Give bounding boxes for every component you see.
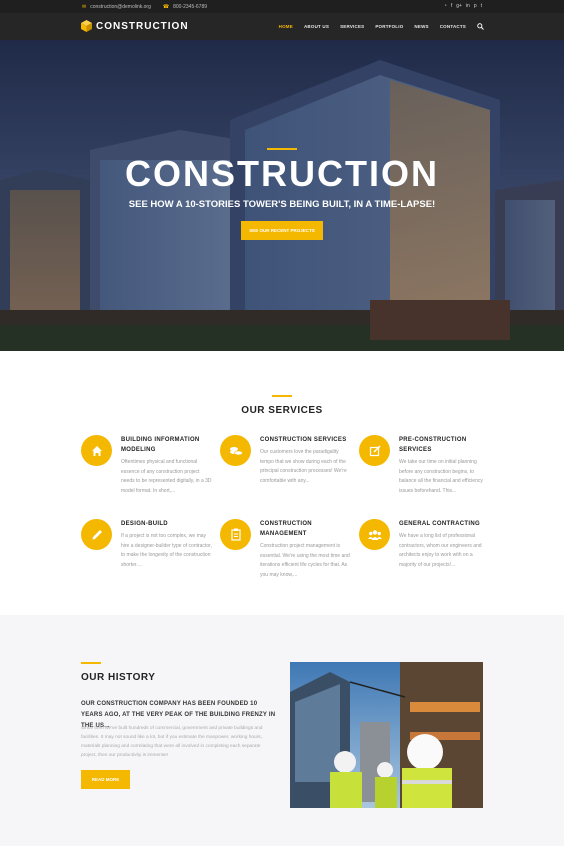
service-title[interactable]: PRE-CONSTRUCTION SERVICES (399, 435, 491, 455)
history-divider (81, 662, 101, 664)
nav-home[interactable]: HOME (279, 24, 293, 30)
site-header: CONSTRUCTION HOME ABOUT US SERVICES PORT… (0, 13, 564, 40)
pencil-icon (81, 519, 112, 550)
home-icon (81, 435, 112, 466)
service-title[interactable]: CONSTRUCTION SERVICES (260, 435, 352, 445)
twitter-icon[interactable]: t (481, 3, 482, 9)
social-links: ◔ f g+ in p t (444, 3, 482, 9)
nav-news[interactable]: NEWS (414, 24, 428, 30)
pinterest-icon[interactable]: p (474, 3, 477, 9)
nav-about-us[interactable]: ABOUT US (304, 24, 329, 30)
hero-banner: CONSTRUCTION SEE HOW A 10-STORIES TOWER'… (0, 40, 564, 351)
workers-photo (290, 662, 483, 808)
service-desc: We have a long list of professional cont… (399, 533, 482, 568)
service-desc: Oftentimes physical and functional essen… (121, 459, 212, 494)
hero-overlay (0, 40, 564, 351)
clipboard-icon (220, 519, 251, 550)
nav-contacts[interactable]: CONTACTS (440, 24, 466, 30)
service-title[interactable]: BUILDING INFORMATION MODELING (121, 435, 213, 455)
main-nav: HOME ABOUT US SERVICES PORTFOLIO NEWS CO… (279, 23, 484, 30)
top-bar: ✉ construction@demolink.org ☎ 800-2345-6… (0, 0, 564, 13)
services-section: OUR SERVICES BUILDING INFORMATION MODELI… (0, 351, 564, 615)
service-desc: If a project is not too complex, we may … (121, 533, 212, 568)
logo-text: CONSTRUCTION (96, 20, 189, 32)
history-section: OUR HISTORY OUR CONSTRUCTION COMPANY HAS… (0, 615, 564, 846)
contact-phone[interactable]: 800-2345-6789 (173, 4, 207, 10)
logo[interactable]: CONSTRUCTION (81, 20, 189, 32)
team-icon (359, 519, 390, 550)
service-desc: Our customers love the paradigality temp… (260, 449, 347, 484)
google-plus-icon[interactable]: g+ (456, 3, 462, 9)
edit-icon (359, 435, 390, 466)
services-heading: OUR SERVICES (241, 405, 323, 416)
facebook-icon[interactable]: f (451, 3, 452, 9)
service-desc: Construction project management is essen… (260, 543, 350, 578)
service-desc: We take our time on initial planning bef… (399, 459, 483, 494)
hero-divider (267, 148, 297, 150)
contact-info: ✉ construction@demolink.org ☎ 800-2345-6… (82, 4, 207, 10)
history-body: Since then we've built hundreds of comme… (81, 726, 263, 758)
phone-icon: ☎ (162, 4, 170, 10)
rss-icon[interactable]: ◔ (444, 3, 447, 9)
mail-icon: ✉ (82, 4, 87, 10)
nav-portfolio[interactable]: PORTFOLIO (375, 24, 403, 30)
services-divider (272, 395, 292, 397)
cube-logo-icon (81, 20, 92, 32)
read-more-button[interactable]: READ MORE (81, 770, 130, 789)
hero-subtitle: SEE HOW A 10-STORIES TOWER'S BEING BUILT… (128, 199, 436, 210)
service-title[interactable]: DESIGN-BUILD (121, 519, 213, 529)
service-title[interactable]: GENERAL CONTRACTING (399, 519, 491, 529)
nav-services[interactable]: SERVICES (340, 24, 364, 30)
see-projects-button[interactable]: SEE OUR RECENT PROJECTS (241, 221, 323, 240)
coins-icon (220, 435, 251, 466)
service-title[interactable]: CONSTRUCTION MANAGEMENT (260, 519, 352, 539)
search-icon[interactable] (477, 23, 484, 30)
hero-title: CONSTRUCTION (125, 153, 439, 194)
history-heading: OUR HISTORY (81, 672, 156, 683)
contact-email[interactable]: construction@demolink.org (90, 4, 151, 10)
linkedin-icon[interactable]: in (466, 3, 470, 9)
